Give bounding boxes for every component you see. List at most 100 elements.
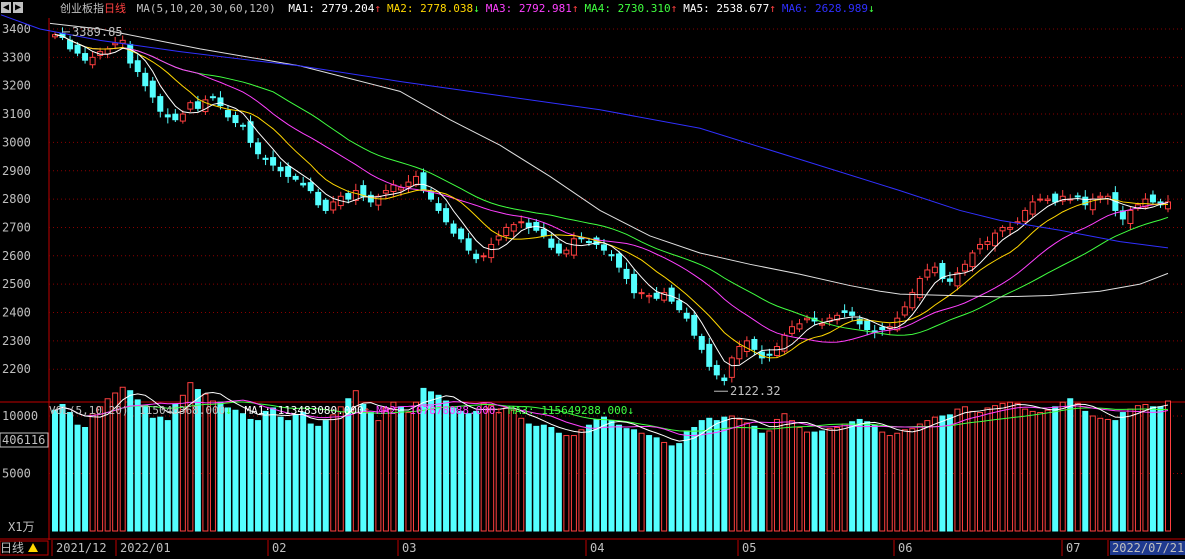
vol-ma-2-arrow: ↑: [495, 404, 503, 417]
candle-body: [773, 346, 780, 356]
price-tick-label: 3000: [2, 135, 31, 149]
candle-body: [713, 364, 720, 376]
volume-bar: [89, 413, 96, 532]
volume-bar: [367, 412, 374, 532]
volume-bar: [706, 417, 713, 532]
scroll-right-icon[interactable]: ▶: [13, 2, 23, 13]
candle-body: [600, 244, 607, 251]
volume-bar: [458, 410, 465, 532]
volume-bar: [608, 420, 615, 532]
volume-bar: [322, 420, 329, 532]
volume-bar: [646, 435, 653, 532]
vol-spec: VOL(5,10,20): [49, 404, 129, 417]
volume-bar: [976, 412, 983, 532]
volume-bar: [74, 424, 81, 532]
candle-body: [992, 232, 999, 247]
candle-body: [510, 224, 517, 232]
candle-body: [443, 208, 450, 223]
vol-ma-1-arrow: ↑: [363, 404, 371, 417]
volume-bar: [285, 420, 292, 532]
candle-body: [315, 191, 322, 206]
volume-bar: [1119, 412, 1126, 532]
candle-body: [82, 53, 89, 61]
ma-3-arrow: ↑: [571, 2, 579, 15]
volume-bar: [277, 416, 284, 532]
candle-body: [322, 199, 329, 211]
ma-4-arrow: ↑: [670, 2, 678, 15]
volume-bar: [142, 405, 149, 532]
volume-bar: [751, 425, 758, 532]
date-label: 2022/07/21: [1112, 541, 1184, 555]
volume-bar: [728, 415, 735, 532]
candle-body: [616, 253, 623, 268]
volume-bar: [969, 410, 976, 532]
ma-1-arrow: ↑: [374, 2, 382, 15]
volume-bar: [97, 406, 104, 532]
candle-body: [540, 228, 547, 237]
volume-bar: [1037, 412, 1044, 532]
price-tick-label: 2700: [2, 220, 31, 234]
volume-bar: [555, 432, 562, 532]
volume-bar: [382, 407, 389, 532]
volume-bar: [232, 409, 239, 532]
price-tick-label: 2500: [2, 277, 31, 291]
date-label: 2022/01: [120, 541, 171, 555]
candle-body: [473, 253, 480, 260]
candle-body: [570, 238, 577, 256]
ma-6-arrow: ↓: [868, 2, 875, 15]
candle-body: [405, 181, 412, 187]
volume-bar: [721, 416, 728, 532]
volume-bar: [766, 430, 773, 532]
candle-body: [157, 96, 164, 112]
date-label: 2021/12: [56, 541, 107, 555]
volume-bar: [247, 418, 254, 532]
candlestick-chart[interactable]: 3400330032003100300029002800270026002500…: [0, 0, 1185, 556]
volume-bar: [1022, 408, 1029, 532]
scroll-left-icon[interactable]: ◀: [1, 2, 11, 13]
candle-body: [804, 317, 811, 321]
ma-4: MA4: 2730.310: [584, 2, 671, 15]
volume-bar: [826, 428, 833, 532]
candle-body: [751, 338, 758, 350]
date-label: 02: [272, 541, 286, 555]
candle-body: [608, 254, 615, 257]
chart-stage[interactable]: 3400 3300 3200 3100 3000 2900 2800 2700 2600 2500…: [0, 0, 1185, 556]
volume-bar: [450, 407, 457, 532]
volume-bar: [638, 432, 645, 532]
volume-bar: [518, 417, 525, 532]
candle-body: [706, 343, 713, 367]
candle-body: [172, 113, 179, 121]
volume-bar: [954, 408, 961, 532]
candle-body: [240, 124, 247, 127]
vol-ma-2: MA2: 107878088.000: [376, 404, 496, 417]
volume-bar: [819, 430, 826, 532]
volume-bar: [337, 406, 344, 532]
volume-bar: [495, 412, 502, 532]
date-label: 05: [742, 541, 756, 555]
candle-body: [961, 263, 968, 272]
candle-body: [668, 287, 675, 302]
candle-body: [819, 323, 826, 326]
date-label: 04: [590, 541, 604, 555]
volume-bar: [503, 407, 510, 532]
volume-bar: [698, 420, 705, 532]
candle-body: [1029, 201, 1036, 215]
volume-bar: [480, 402, 487, 532]
candle-body: [330, 201, 337, 211]
price-tick-label: 2300: [2, 334, 31, 348]
volume-bar: [315, 425, 322, 532]
volume-bar: [894, 432, 901, 532]
volume-bar: [307, 423, 314, 532]
candle-body: [698, 336, 705, 350]
candle-body: [217, 97, 224, 107]
low-annotation: 2122.32: [730, 384, 781, 398]
volume-bar: [856, 418, 863, 532]
candle-body: [390, 184, 397, 193]
volume-bar: [984, 407, 991, 532]
candle-body: [518, 221, 525, 224]
price-tick-label: 2400: [2, 306, 31, 320]
volume-bar: [548, 427, 555, 532]
candle-body: [721, 377, 728, 382]
candle-body: [849, 311, 856, 316]
candle-body: [984, 241, 991, 245]
